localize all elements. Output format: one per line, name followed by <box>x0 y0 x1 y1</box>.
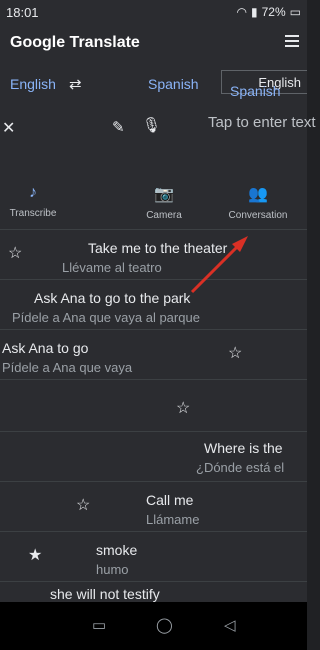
history-row[interactable]: Ask Ana to go to the park Pídele a Ana q… <box>0 280 307 330</box>
camera-button[interactable]: 📷 Camera <box>142 184 186 221</box>
star-icon[interactable]: ☆ <box>228 343 242 363</box>
battery-text: 72% <box>261 5 286 19</box>
history-target: ¿Dónde está el <box>196 460 285 475</box>
microphone-icon[interactable]: 🎙 <box>142 116 161 134</box>
status-time: 18:01 <box>6 5 39 20</box>
history-source: Where is the <box>204 440 283 456</box>
conversation-icon: 👥 <box>248 186 268 203</box>
star-icon[interactable]: ☆ <box>176 398 190 418</box>
menu-icon[interactable] <box>285 35 299 47</box>
close-icon[interactable]: ✕ <box>2 118 15 138</box>
transcribe-icon: ♪ <box>29 184 37 201</box>
history-row[interactable]: ☆ Call me Llámame <box>0 482 307 532</box>
swap-arrows-icon[interactable]: ⇄ <box>69 75 82 93</box>
history-row[interactable]: she will not testify <box>0 582 307 602</box>
history-row[interactable]: ☆ Ask Ana to go Pídele a Ana que vaya <box>0 330 307 380</box>
star-icon[interactable]: ☆ <box>8 243 22 263</box>
history-source: Ask Ana to go <box>2 340 89 356</box>
app-bar: Google Translate <box>0 24 307 64</box>
history-target: Pídele a Ana que vaya <box>2 360 133 375</box>
status-bar: 18:01 ◠ ▮ 72% ▭ <box>0 0 307 24</box>
input-card[interactable]: ✕ ✎ 🎙 Tap to enter text ♪ Transcribe 📷 C… <box>0 104 316 230</box>
history-row[interactable]: Where is the ¿Dónde está el <box>0 432 307 482</box>
language-overlay-box: English Spanish <box>221 70 307 99</box>
history-source: Ask Ana to go to the park <box>34 290 191 306</box>
history-source: she will not testify <box>50 586 160 602</box>
camera-icon: 📷 <box>154 186 174 203</box>
history-target: Llámame <box>146 512 200 527</box>
system-navigation-bar: ▭ ◯ ◁ <box>0 602 307 650</box>
home-icon[interactable]: ◯ <box>156 616 173 634</box>
history-list: ☆ Take me to the theater Llévame al teat… <box>0 230 307 602</box>
conversation-label: Conversation <box>228 210 288 221</box>
recent-apps-icon[interactable]: ▭ <box>92 616 106 634</box>
wifi-icon: ◠ <box>236 5 248 19</box>
text-input-hint[interactable]: Tap to enter text <box>208 114 316 131</box>
transcribe-button[interactable]: ♪ Transcribe <box>8 184 58 219</box>
history-source: Take me to the theater <box>88 240 228 256</box>
history-target: humo <box>96 562 129 577</box>
app-title: Google Translate <box>10 34 140 51</box>
star-icon[interactable]: ☆ <box>76 495 90 515</box>
back-icon[interactable]: ◁ <box>224 616 236 634</box>
history-source: Call me <box>146 492 194 508</box>
signal-icon: ▮ <box>251 5 258 19</box>
target-language-button[interactable]: Spanish <box>148 76 199 92</box>
battery-icon: ▭ <box>289 5 301 19</box>
history-row[interactable]: ☆ <box>0 380 307 432</box>
language-bar: English ⇄ Spanish English Spanish <box>0 64 307 104</box>
conversation-button[interactable]: 👥 Conversation <box>226 184 290 221</box>
handwriting-icon[interactable]: ✎ <box>112 118 125 136</box>
status-icons: ◠ ▮ 72% ▭ <box>237 5 301 19</box>
history-source: smoke <box>96 542 138 558</box>
language-overlay-bottom: Spanish <box>230 83 281 99</box>
history-row[interactable]: ★ smoke humo <box>0 532 307 582</box>
history-target: Pídele a Ana que vaya al parque <box>12 310 200 325</box>
history-row[interactable]: ☆ Take me to the theater Llévame al teat… <box>0 230 307 280</box>
source-language-button[interactable]: English <box>10 76 56 92</box>
star-icon[interactable]: ★ <box>28 545 42 565</box>
camera-label: Camera <box>146 210 182 221</box>
transcribe-label: Transcribe <box>9 208 57 219</box>
history-target: Llévame al teatro <box>62 260 162 275</box>
